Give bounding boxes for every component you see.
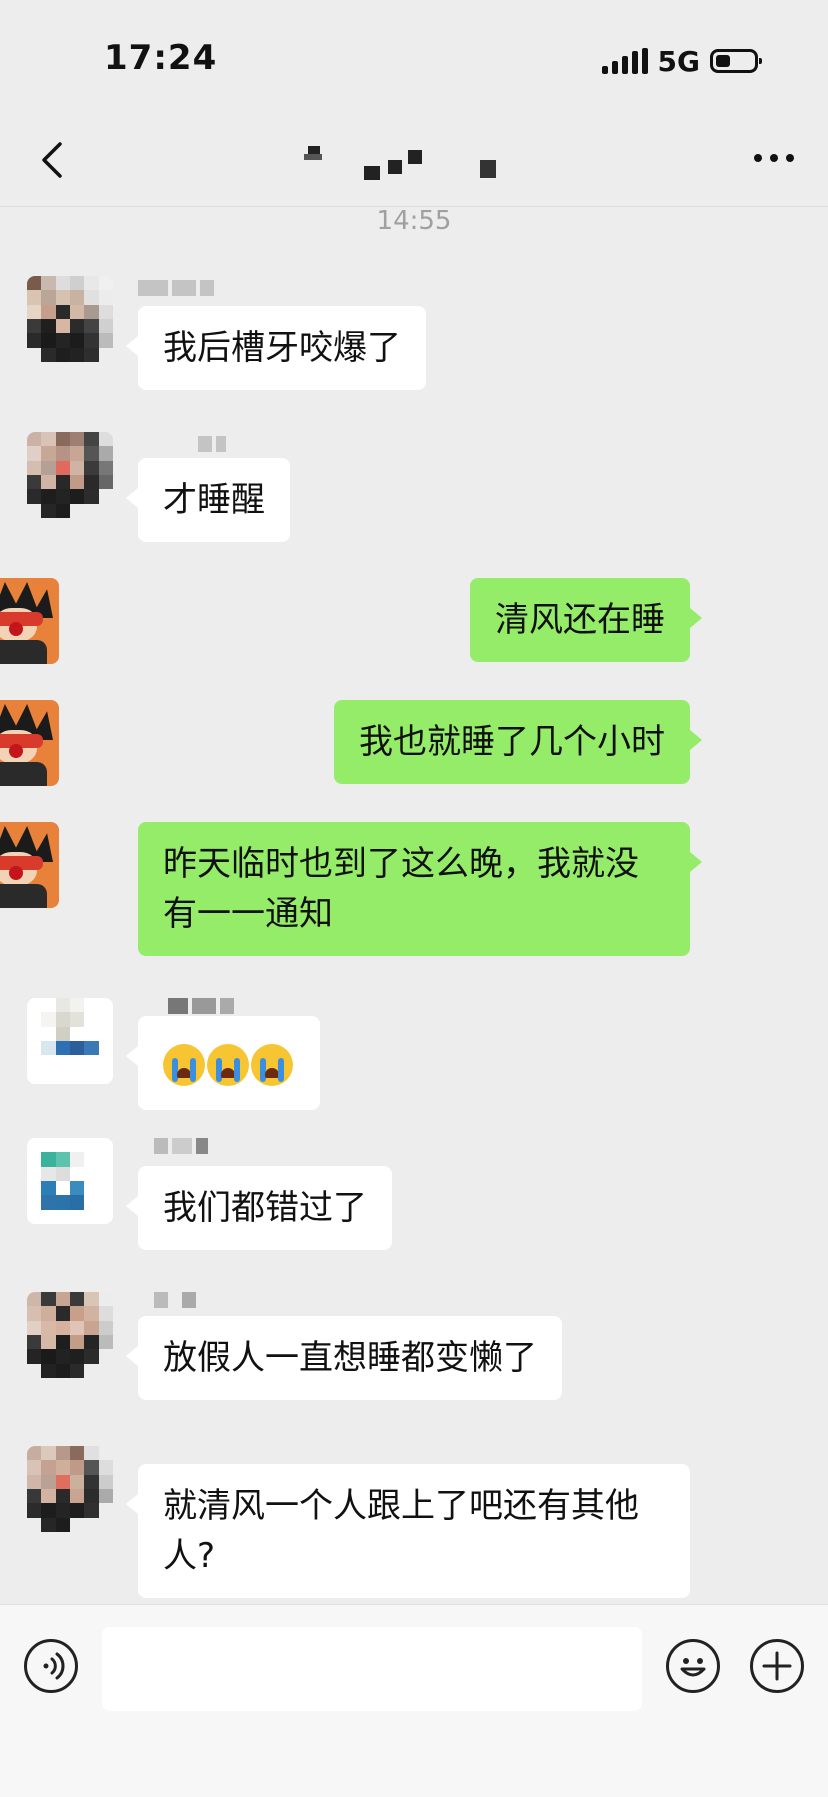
loudly-crying-face-icon xyxy=(163,1043,205,1086)
status-indicators: 5G xyxy=(601,44,762,78)
chat-input-bar xyxy=(0,1604,828,1797)
sender-name-obscured xyxy=(138,998,238,1016)
message-bubble[interactable]: 我们都错过了 xyxy=(126,1166,392,1250)
message-sent: 清风还在睡 xyxy=(0,578,828,664)
loudly-crying-face-icon xyxy=(207,1043,249,1086)
plus-icon[interactable] xyxy=(750,1639,804,1693)
voice-icon[interactable] xyxy=(24,1639,78,1693)
chat-timestamp: 14:55 xyxy=(376,206,452,236)
avatar[interactable] xyxy=(27,276,113,362)
chat-title-obscured xyxy=(300,146,530,186)
battery-icon xyxy=(710,49,762,73)
message-bubble[interactable]: 我后槽牙咬爆了 xyxy=(126,306,426,390)
emoji-icon[interactable] xyxy=(666,1639,720,1693)
sender-name-obscured xyxy=(138,436,230,454)
more-dots-icon[interactable] xyxy=(754,154,794,162)
message-input[interactable] xyxy=(102,1627,642,1711)
message-bubble[interactable]: 清风还在睡 xyxy=(470,578,702,662)
message-sent: 我也就睡了几个小时 xyxy=(0,700,828,786)
loudly-crying-face-icon xyxy=(251,1043,293,1086)
sender-name-obscured xyxy=(138,280,218,298)
avatar[interactable] xyxy=(27,432,113,518)
message-bubble[interactable]: 就清风一个人跟上了吧还有其他人? xyxy=(126,1464,690,1598)
emoji-message-bubble[interactable] xyxy=(126,1016,320,1110)
message-bubble[interactable]: 才睡醒 xyxy=(126,458,290,542)
avatar[interactable] xyxy=(27,1292,113,1378)
message-sent: 昨天临时也到了这么晚，我就没有一一通知 xyxy=(0,822,828,956)
back-arrow-icon[interactable] xyxy=(34,140,74,180)
status-bar: 17:24 5G xyxy=(0,0,828,118)
message-bubble[interactable]: 放假人一直想睡都变懒了 xyxy=(126,1316,562,1400)
sender-name-obscured xyxy=(138,1138,212,1156)
signal-icon xyxy=(601,48,648,74)
avatar[interactable] xyxy=(0,700,59,786)
message-bubble[interactable]: 昨天临时也到了这么晚，我就没有一一通知 xyxy=(138,822,702,956)
avatar[interactable] xyxy=(27,1446,113,1532)
message-bubble[interactable]: 我也就睡了几个小时 xyxy=(334,700,702,784)
avatar[interactable] xyxy=(0,822,59,908)
avatar[interactable] xyxy=(27,998,113,1084)
status-time: 17:24 xyxy=(104,38,218,78)
avatar[interactable] xyxy=(27,1138,113,1224)
avatar[interactable] xyxy=(0,578,59,664)
chat-header xyxy=(0,118,828,207)
sender-name-obscured xyxy=(138,1292,200,1310)
network-type: 5G xyxy=(657,44,700,78)
